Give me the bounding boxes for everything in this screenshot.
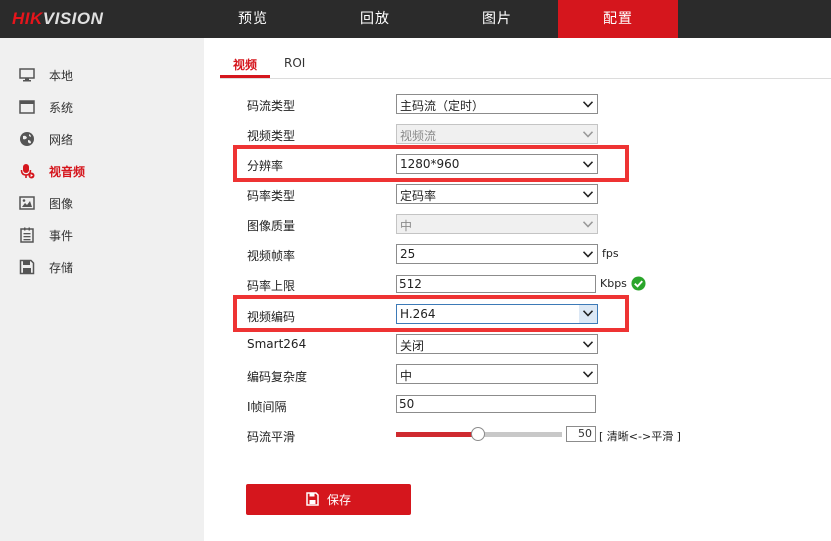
resolution-label: 分辨率	[247, 159, 284, 173]
video-encoding-label: 视频编码	[247, 310, 296, 324]
smart264-label: Smart264	[247, 337, 307, 351]
encoding-complexity-label: 编码复杂度	[247, 370, 308, 384]
bitrate-type-select[interactable]: 定码率	[396, 184, 598, 204]
image-quality-label: 图像质量	[247, 219, 296, 233]
sidebar: 本地 系统 网络 视音频 图像 事件 存储	[0, 38, 204, 541]
sidebar-item-label: 视音频	[49, 165, 86, 179]
chevron-down-icon	[583, 310, 593, 317]
tab-preview[interactable]: 预览	[193, 0, 313, 38]
floppy-disk-icon	[19, 259, 35, 275]
frame-rate-select[interactable]: 25	[396, 244, 598, 264]
tab-configuration[interactable]: 配置	[558, 0, 678, 38]
video-encoding-select[interactable]: H.264	[396, 304, 598, 324]
video-type-label: 视频类型	[247, 129, 296, 143]
sidebar-item-label: 系统	[49, 101, 74, 115]
chevron-down-icon	[583, 161, 593, 168]
sidebar-item-video-audio[interactable]: 视音频	[0, 156, 204, 186]
chevron-down-icon	[583, 221, 593, 228]
floppy-disk-icon	[306, 492, 319, 506]
smart264-select[interactable]: 关闭	[396, 334, 598, 354]
sidebar-item-label: 图像	[49, 197, 74, 211]
frame-rate-unit: fps	[602, 247, 619, 260]
image-icon	[19, 196, 35, 210]
sidebar-item-label: 事件	[49, 229, 74, 243]
subtab-divider	[220, 78, 831, 79]
hikvision-logo: HIKVISION	[12, 9, 104, 28]
resolution-select[interactable]: 1280*960	[396, 154, 598, 174]
stream-type-select[interactable]: 主码流（定时）	[396, 94, 598, 114]
chevron-down-icon	[583, 101, 593, 108]
chevron-down-icon	[583, 341, 593, 348]
save-button[interactable]: 保存	[246, 484, 411, 515]
list-icon	[20, 227, 34, 243]
sidebar-item-system[interactable]: 系统	[0, 92, 204, 122]
stream-smoothing-hint: [ 清晰<->平滑 ]	[599, 430, 681, 443]
chevron-down-icon	[583, 191, 593, 198]
stream-type-label: 码流类型	[247, 99, 296, 113]
stream-smoothing-label: 码流平滑	[247, 430, 296, 444]
bitrate-type-label: 码率类型	[247, 189, 296, 203]
slider-track[interactable]	[482, 432, 562, 437]
slider-track-filled	[396, 432, 476, 437]
globe-icon	[20, 132, 34, 146]
video-type-select: 视频流	[396, 124, 598, 144]
chevron-down-icon	[583, 371, 593, 378]
max-bitrate-label: 码率上限	[247, 279, 296, 293]
slider-thumb[interactable]	[471, 427, 485, 441]
sidebar-item-storage[interactable]: 存储	[0, 252, 204, 282]
sidebar-item-label: 网络	[49, 133, 74, 147]
chevron-down-icon	[583, 131, 593, 138]
i-frame-interval-input[interactable]: 50	[396, 395, 596, 413]
sidebar-item-image[interactable]: 图像	[0, 188, 204, 218]
tab-roi[interactable]: ROI	[284, 56, 305, 70]
i-frame-interval-label: I帧间隔	[247, 400, 287, 414]
check-valid-icon	[631, 276, 646, 291]
tab-playback[interactable]: 回放	[315, 0, 435, 38]
chevron-down-icon	[583, 251, 593, 258]
microphone-icon	[20, 164, 35, 179]
sidebar-item-event[interactable]: 事件	[0, 220, 204, 250]
stream-smoothing-value-input[interactable]: 50	[566, 426, 596, 442]
max-bitrate-unit: Kbps	[600, 277, 627, 290]
monitor-icon	[19, 68, 35, 82]
tab-picture[interactable]: 图片	[437, 0, 557, 38]
subtab-bar: 视频 ROI	[220, 49, 831, 79]
system-window-icon	[19, 100, 35, 114]
top-bar: HIKVISION 预览 回放 图片 配置	[0, 0, 831, 38]
encoding-complexity-select[interactable]: 中	[396, 364, 598, 384]
sidebar-item-label: 本地	[49, 69, 74, 83]
sidebar-item-label: 存储	[49, 261, 74, 275]
image-quality-select: 中	[396, 214, 598, 234]
max-bitrate-input[interactable]: 512	[396, 275, 596, 293]
sidebar-item-network[interactable]: 网络	[0, 124, 204, 154]
frame-rate-label: 视频帧率	[247, 249, 296, 263]
tab-video[interactable]: 视频	[233, 56, 257, 73]
sidebar-item-local[interactable]: 本地	[0, 60, 204, 90]
